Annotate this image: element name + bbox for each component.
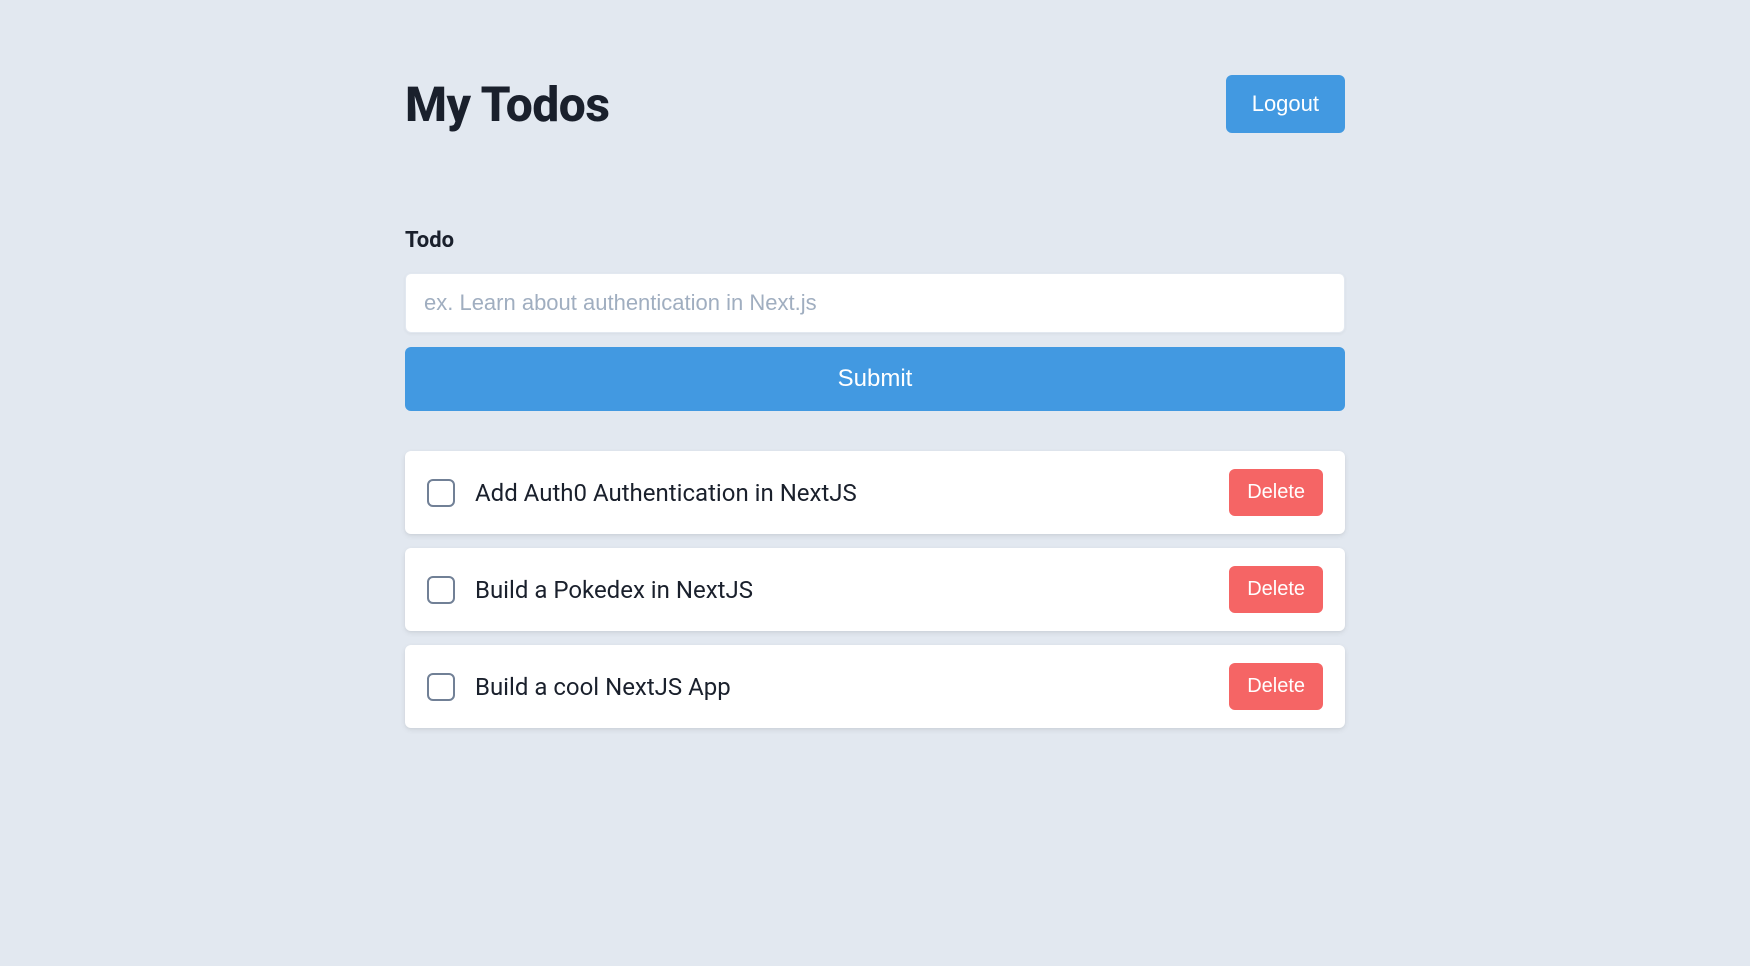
header: My Todos Logout (405, 75, 1345, 133)
todo-item: Build a cool NextJS App Delete (405, 645, 1345, 728)
todo-text: Build a Pokedex in NextJS (475, 576, 1229, 604)
delete-button[interactable]: Delete (1229, 566, 1323, 613)
todo-text: Build a cool NextJS App (475, 673, 1229, 701)
todo-form: Todo Submit (405, 228, 1345, 411)
todo-item: Build a Pokedex in NextJS Delete (405, 548, 1345, 631)
todo-item: Add Auth0 Authentication in NextJS Delet… (405, 451, 1345, 534)
todo-list: Add Auth0 Authentication in NextJS Delet… (405, 451, 1345, 728)
logout-button[interactable]: Logout (1226, 75, 1345, 133)
todo-input-label: Todo (405, 228, 1345, 253)
page-title: My Todos (405, 76, 609, 133)
todo-text: Add Auth0 Authentication in NextJS (475, 479, 1229, 507)
todo-input[interactable] (405, 273, 1345, 333)
submit-button[interactable]: Submit (405, 347, 1345, 411)
todo-checkbox[interactable] (427, 479, 455, 507)
todo-checkbox[interactable] (427, 576, 455, 604)
delete-button[interactable]: Delete (1229, 469, 1323, 516)
todo-checkbox[interactable] (427, 673, 455, 701)
app-container: My Todos Logout Todo Submit Add Auth0 Au… (405, 0, 1345, 768)
delete-button[interactable]: Delete (1229, 663, 1323, 710)
